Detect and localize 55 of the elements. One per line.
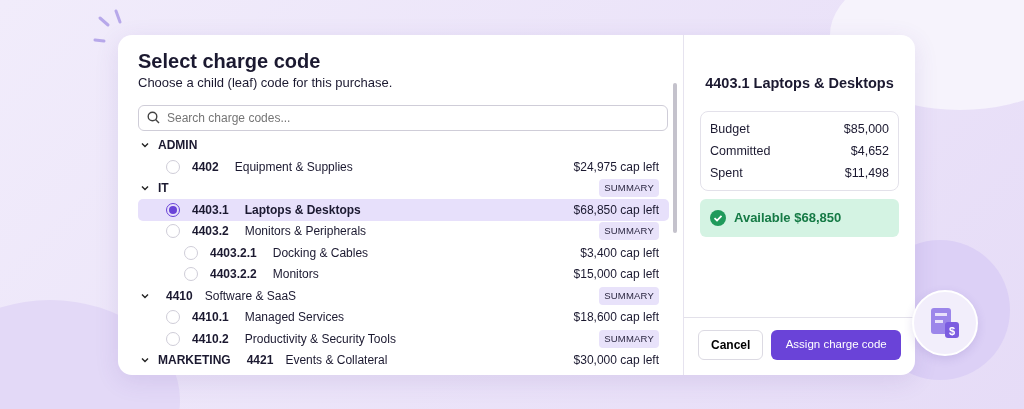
cap-left-text: $24,975 cap left [573, 158, 659, 176]
code-name: Laptops & Desktops [244, 201, 361, 219]
stat-value: $85,000 [843, 120, 889, 138]
group-label: ADMIN [158, 137, 198, 155]
code-number: 4402 [192, 158, 219, 176]
summary-tag: SUMMARY [599, 179, 659, 198]
stat-value: $4,652 [850, 142, 889, 160]
stat-label: Spent [710, 164, 743, 182]
code-row[interactable]: 4402 Equipment & Supplies $24,975 cap left [138, 156, 669, 178]
assign-button[interactable]: Assign charge code [771, 330, 901, 360]
code-number: 4410.2 [192, 330, 229, 348]
check-icon [710, 209, 726, 226]
code-row[interactable]: 4403.2.2 Monitors $15,000 cap left [138, 263, 669, 285]
code-row[interactable]: 4403.2 Monitors & Peripherals SUMMARY [138, 220, 669, 242]
group-label: IT [158, 180, 169, 198]
dialog-title: Select charge code [138, 49, 322, 73]
cap-left-text: $18,600 cap left [573, 309, 659, 327]
code-number: 4403.1 [192, 201, 229, 219]
code-number: 4421 [246, 352, 274, 370]
summary-tag: SUMMARY [599, 329, 659, 348]
cap-left-text: $3,400 cap left [580, 244, 659, 262]
dollar-sign: $ [948, 325, 956, 337]
code-name: Docking & Cables [272, 244, 369, 262]
code-name: Monitors [272, 266, 319, 284]
code-row[interactable]: 4410.1 Managed Services $18,600 cap left [138, 306, 669, 328]
stat-value: $11,498 [844, 164, 889, 182]
dialog-subtitle: Choose a child (leaf) code for this purchase. [138, 74, 394, 92]
code-number: 4410 [166, 287, 193, 305]
code-number: 4410.1 [192, 309, 229, 327]
code-name: Equipment & Supplies [234, 158, 353, 176]
cap-left-text: $68,850 cap left [573, 201, 659, 219]
available-text: Available $68,850 [734, 209, 842, 227]
detail-title: 4403.1 Laptops & Desktops [704, 74, 895, 93]
code-name: Managed Services [244, 309, 345, 327]
code-name: Productivity & Security Tools [244, 330, 396, 348]
cap-left-text: $15,000 cap left [573, 266, 659, 284]
code-number: 4403.2.1 [210, 244, 257, 262]
code-name: Events & Collateral [285, 352, 388, 370]
code-name: Monitors & Peripherals [244, 223, 367, 241]
cancel-button[interactable]: Cancel [698, 330, 764, 360]
group-label: MARKETING [158, 352, 231, 370]
code-name: Software & SaaS [204, 287, 297, 305]
code-row[interactable]: 4403.1 Laptops & Desktops $68,850 cap left [138, 199, 669, 221]
stat-label: Committed [710, 142, 771, 160]
scrollbar[interactable] [673, 83, 677, 233]
summary-tag: SUMMARY [599, 222, 659, 241]
code-row[interactable]: 4410.2 Productivity & Security Tools SUMMARY [138, 328, 669, 350]
code-row[interactable]: 4403.2.1 Docking & Cables $3,400 cap left [138, 242, 669, 264]
search-field[interactable]: Search charge codes... [138, 104, 668, 131]
code-number: 4403.2.2 [210, 266, 257, 284]
code-number: 4403.2 [192, 223, 229, 241]
search-icon [147, 110, 160, 124]
cap-left-text: $30,000 cap left [573, 352, 659, 370]
summary-tag: SUMMARY [599, 286, 659, 305]
stat-label: Budget [710, 120, 750, 138]
